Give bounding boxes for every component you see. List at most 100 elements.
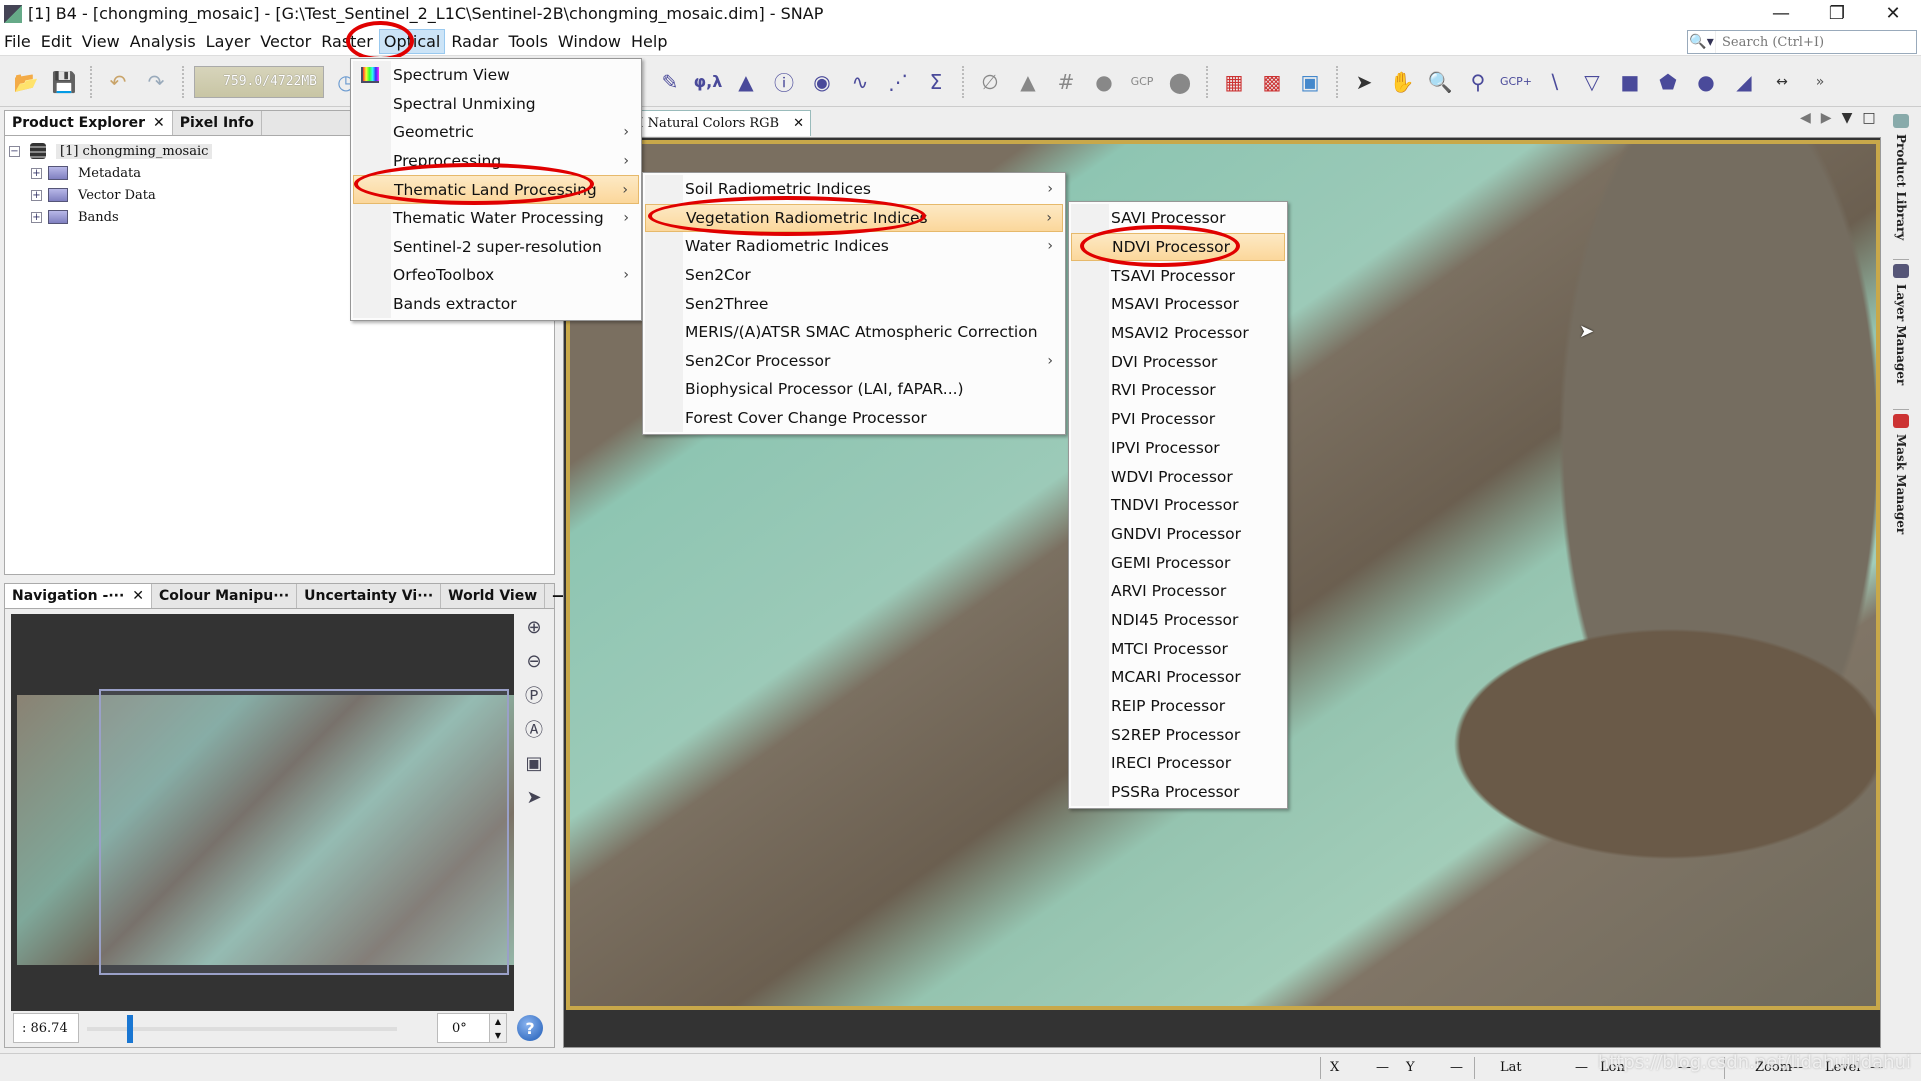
maximize-icon[interactable]: □ [1862,110,1875,126]
close-icon[interactable]: ✕ [132,588,144,604]
node-label[interactable]: Bands [78,210,119,225]
menu-item-rvi-processor[interactable]: RVI Processor [1071,376,1285,405]
menu-item-preprocessing[interactable]: Preprocessing › [353,147,639,176]
range-finder-icon[interactable]: ↔ [1766,66,1798,98]
menu-item-pssra-processor[interactable]: PSSRa Processor [1071,778,1285,807]
menu-item-pvi-processor[interactable]: PVI Processor [1071,405,1285,434]
world-map-icon[interactable]: ▣ [1294,66,1326,98]
menu-help[interactable]: Help [627,30,671,53]
menu-item-biophysical-processor-lai-fapar[interactable]: Biophysical Processor (LAI, fAPAR...) [645,375,1063,404]
menu-file[interactable]: File [0,30,35,53]
menu-item-tsavi-processor[interactable]: TSAVI Processor [1071,261,1285,290]
search-input[interactable]: Search (Ctrl+I) [1716,35,1824,50]
redo-icon[interactable]: ↷ [140,66,172,98]
menu-item-vegetation-radiometric-indices[interactable]: Vegetation Radiometric Indices › [645,203,1063,233]
menu-window[interactable]: Window [554,30,625,53]
menu-analysis[interactable]: Analysis [126,30,200,53]
pin-placing-icon[interactable]: ⚲ [1462,66,1494,98]
menu-optical[interactable]: Optical [378,28,446,54]
pan-tool-icon[interactable]: ✋ [1386,66,1418,98]
zoom-slider[interactable] [87,1015,397,1043]
menu-item-sen2three[interactable]: Sen2Three [645,289,1063,318]
gcp-placing-icon[interactable]: GCP+ [1500,66,1532,98]
tab-uncertainty-visualisation[interactable]: Uncertainty Vi··· [297,584,442,608]
tab-navigation[interactable]: Navigation -··· ✕ [5,584,153,608]
no-overlay-icon[interactable]: ∅ [974,66,1006,98]
gcp-icon[interactable]: GCP [1126,66,1158,98]
menu-item-thematic-land-processing[interactable]: Thematic Land Processing › [353,175,639,204]
dropdown-icon[interactable]: ▼ [1842,110,1853,126]
menu-item-ndi45-processor[interactable]: NDI45 Processor [1071,606,1285,635]
tab-product-explorer[interactable]: Product Explorer ✕ [5,111,173,135]
pin-icon[interactable]: ● [1088,66,1120,98]
menu-item-sen2cor-processor[interactable]: Sen2Cor Processor › [645,347,1063,376]
scroll-left-icon[interactable]: ◀ [1800,110,1811,126]
menu-raster[interactable]: Raster [317,30,377,53]
menu-radar[interactable]: Radar [447,30,502,53]
menu-item-wdvi-processor[interactable]: WDVI Processor [1071,462,1285,491]
spectrum-icon[interactable]: ∿ [844,66,876,98]
menu-item-tndvi-processor[interactable]: TNDVI Processor [1071,491,1285,520]
memory-indicator[interactable]: 759.0/4722MB [194,65,324,98]
search-box[interactable]: 🔍▾ Search (Ctrl+I) [1687,30,1917,54]
zoom-slider-thumb[interactable] [127,1015,134,1043]
sidebar-tab-product-library[interactable]: Product Library [1893,110,1909,260]
restore-button[interactable]: ❐ [1809,0,1865,27]
menu-item-thematic-water-processing[interactable]: Thematic Water Processing › [353,204,639,233]
menu-item-mcari-processor[interactable]: MCARI Processor [1071,663,1285,692]
polygon-tool-icon[interactable]: ⬟ [1652,66,1684,98]
collapse-icon[interactable]: − [9,145,20,157]
menu-item-ndvi-processor[interactable]: NDVI Processor [1071,232,1285,262]
menu-vector[interactable]: Vector [256,30,315,53]
graph-builder-icon[interactable]: ▦ [1218,66,1250,98]
rotation-spinner[interactable]: ▲ ▼ [489,1013,507,1043]
sidebar-tab-layer-manager[interactable]: Layer Manager [1893,260,1909,410]
pixel-info-icon[interactable]: ◉ [806,66,838,98]
help-button[interactable]: ? [517,1015,543,1041]
close-icon[interactable]: ✕ [153,115,165,131]
zoom-in-icon[interactable]: ⊕ [521,614,547,640]
menu-item-savi-processor[interactable]: SAVI Processor [1071,204,1285,233]
menu-item-gemi-processor[interactable]: GEMI Processor [1071,548,1285,577]
insert-figure-icon[interactable]: ◢ [1728,66,1760,98]
menu-view[interactable]: View [78,30,124,53]
menu-item-meris-a-atsr-smac-atmospheric-correction[interactable]: MERIS/(A)ATSR SMAC Atmospheric Correctio… [645,318,1063,347]
menu-item-geometric[interactable]: Geometric › [353,118,639,147]
more-icon[interactable]: » [1804,66,1836,98]
menu-item-spectrum-view[interactable]: Spectrum View [353,61,639,90]
menu-item-forest-cover-change-processor[interactable]: Forest Cover Change Processor [645,404,1063,433]
spinner-up-icon[interactable]: ▲ [495,1017,501,1026]
select-tool-icon[interactable]: ➤ [1348,66,1380,98]
menu-item-arvi-processor[interactable]: ARVI Processor [1071,577,1285,606]
line-tool-icon[interactable]: ∖ [1538,66,1570,98]
tab-pixel-info[interactable]: Pixel Info [173,111,262,135]
search-icon[interactable]: 🔍▾ [1688,31,1716,53]
expand-icon[interactable]: + [31,189,42,201]
menu-item-msavi-processor[interactable]: MSAVI Processor [1071,290,1285,319]
menu-item-water-radiometric-indices[interactable]: Water Radiometric Indices › [645,232,1063,261]
zoom-tool-icon[interactable]: 🔍 [1424,66,1456,98]
menu-item-ipvi-processor[interactable]: IPVI Processor [1071,434,1285,463]
save-product-icon[interactable]: 💾 [48,66,80,98]
menu-tools[interactable]: Tools [504,30,551,53]
ellipse-tool-icon[interactable]: ● [1690,66,1722,98]
close-button[interactable]: ✕ [1865,0,1921,27]
spinner-down-icon[interactable]: ▼ [495,1031,501,1040]
sidebar-tab-mask-manager[interactable]: Mask Manager [1893,410,1909,560]
menu-item-dvi-processor[interactable]: DVI Processor [1071,347,1285,376]
geo-coding-icon[interactable]: φ,λ [692,66,724,98]
menu-item-gndvi-processor[interactable]: GNDVI Processor [1071,520,1285,549]
polyline-tool-icon[interactable]: ▽ [1576,66,1608,98]
scale-field[interactable]: : 86.74 [13,1013,79,1043]
scroll-right-icon[interactable]: ▶ [1821,110,1832,126]
menu-item-s2rep-processor[interactable]: S2REP Processor [1071,720,1285,749]
tab-world-view[interactable]: World View [441,584,546,608]
statistics-icon[interactable]: Σ [920,66,952,98]
tab-colour-manipulation[interactable]: Colour Manipu··· [152,584,298,608]
menu-item-soil-radiometric-indices[interactable]: Soil Radiometric Indices › [645,175,1063,204]
node-label[interactable]: Metadata [78,166,141,181]
expand-icon[interactable]: + [31,211,42,223]
navigation-overview[interactable] [11,614,514,1011]
menu-item-sen2cor[interactable]: Sen2Cor [645,261,1063,290]
menu-item-sentinel-2-super-resolution[interactable]: Sentinel-2 super-resolution [353,233,639,262]
